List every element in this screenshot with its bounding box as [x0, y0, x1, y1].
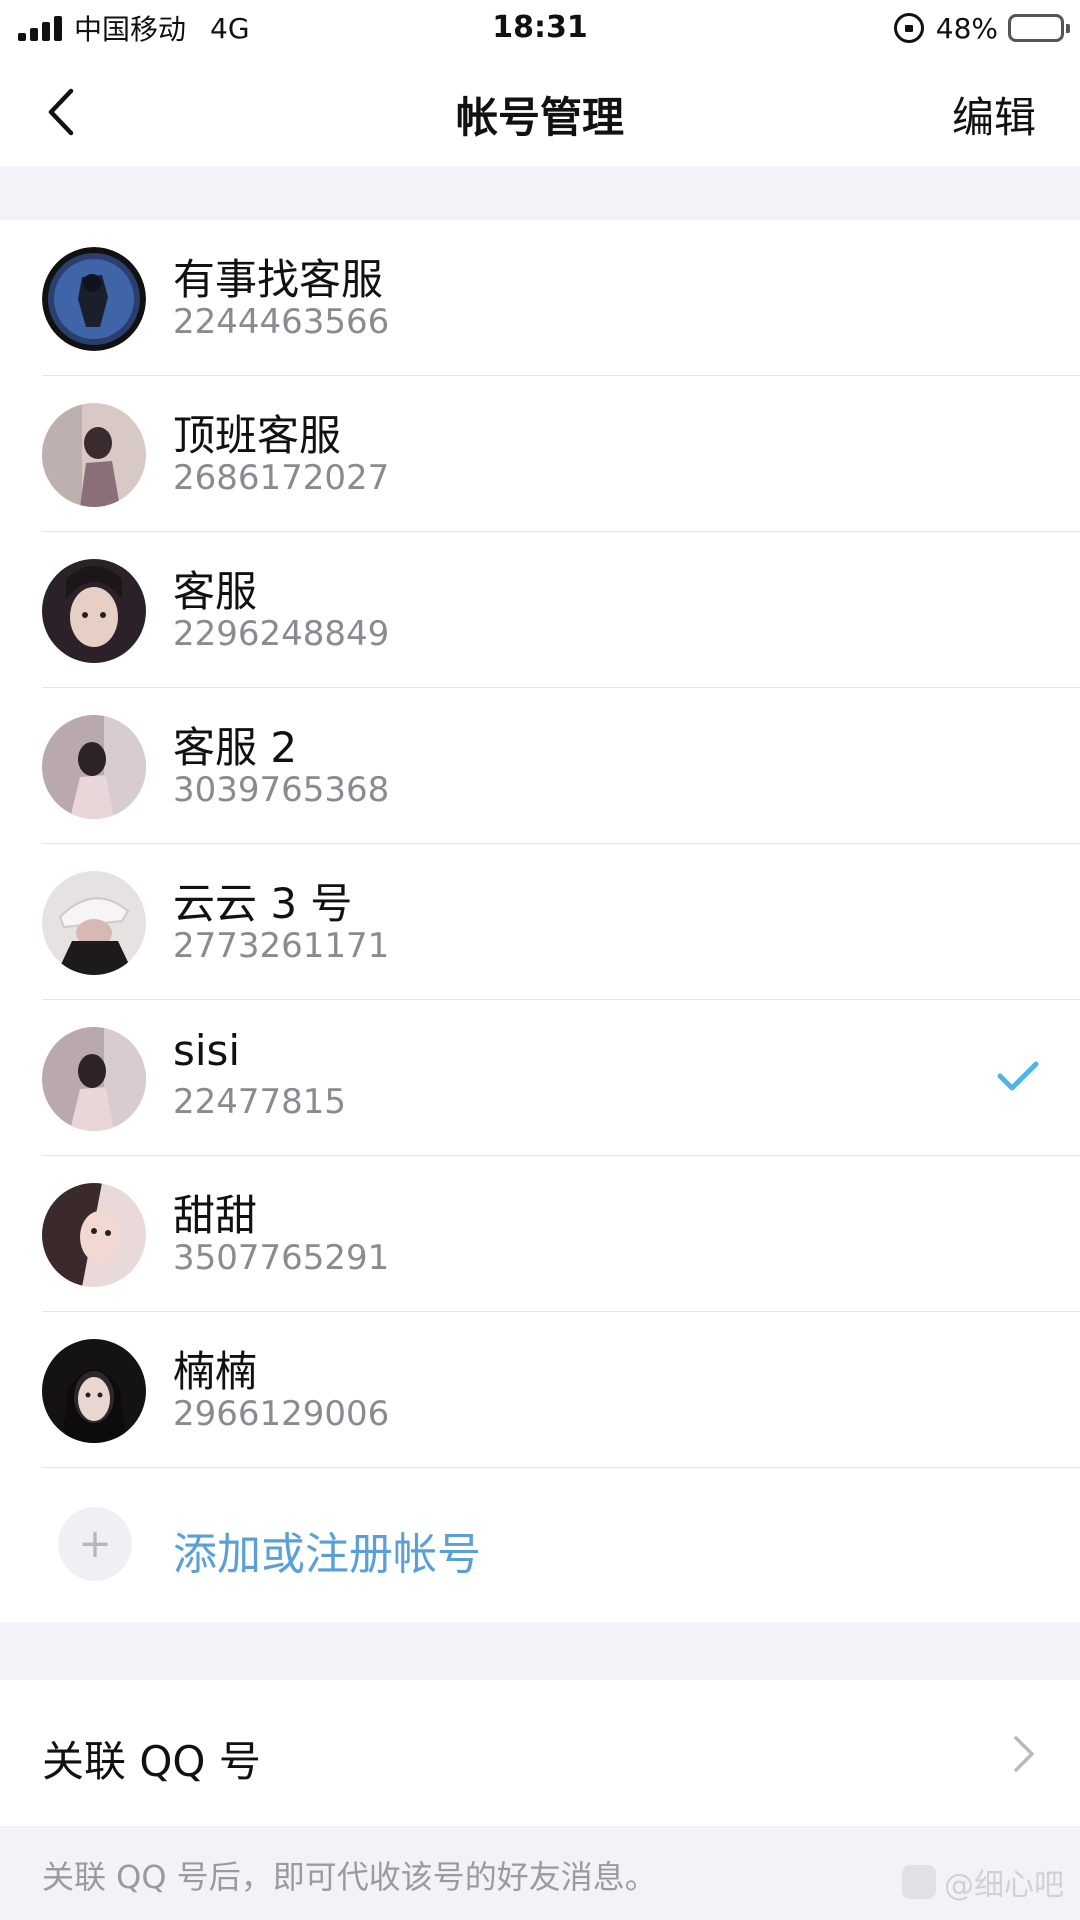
plus-icon: + — [58, 1507, 132, 1581]
account-id: 2773261171 — [173, 926, 390, 966]
avatar — [42, 715, 146, 819]
avatar — [42, 403, 146, 507]
edit-button[interactable]: 编辑 — [952, 84, 1036, 145]
avatar — [42, 1183, 146, 1287]
link-qq-label: 关联 QQ 号 — [42, 1737, 261, 1786]
account-id: 2244463566 — [173, 302, 390, 342]
avatar — [42, 871, 146, 975]
link-qq-footnote: 关联 QQ 号后，即可代收该号的好友消息。 — [42, 1858, 657, 1896]
account-name: 顶班客服 — [173, 411, 342, 460]
chevron-right-icon — [1014, 1736, 1034, 1772]
account-row[interactable]: 客服 2296248849 — [0, 532, 1080, 688]
watermark-logo-icon — [902, 1865, 936, 1899]
check-icon — [997, 1061, 1039, 1091]
battery-icon — [1008, 14, 1070, 42]
account-id: 2296248849 — [173, 614, 390, 654]
account-row[interactable]: sisi 22477815 — [0, 1000, 1080, 1156]
account-name: 客服 — [173, 567, 258, 616]
avatar — [42, 1027, 146, 1131]
account-row[interactable]: 客服 2 3039765368 — [0, 688, 1080, 844]
avatar — [42, 247, 146, 351]
account-name: 甜甜 — [173, 1191, 258, 1240]
account-id: 3039765368 — [173, 770, 390, 810]
account-name: 有事找客服 — [173, 255, 384, 304]
orientation-lock-icon — [893, 13, 924, 43]
battery-percent: 48% — [935, 11, 998, 45]
account-name: 客服 2 — [173, 723, 298, 772]
account-id: 22477815 — [173, 1082, 347, 1122]
page-title: 帐号管理 — [455, 93, 624, 142]
account-row[interactable]: 云云 3 号 2773261171 — [0, 844, 1080, 1000]
account-row[interactable]: 楠楠 2966129006 — [0, 1312, 1080, 1468]
avatar — [42, 559, 146, 663]
account-row[interactable]: 有事找客服 2244463566 — [0, 220, 1080, 376]
account-row[interactable]: 甜甜 3507765291 — [0, 1156, 1080, 1312]
watermark: @细心吧 — [902, 1860, 1064, 1904]
avatar — [42, 1339, 146, 1443]
account-id: 2966129006 — [173, 1394, 390, 1434]
account-name: 楠楠 — [173, 1347, 258, 1396]
status-right: 48% — [893, 10, 1070, 46]
add-account-button[interactable]: + 添加或注册帐号 — [0, 1468, 1080, 1622]
account-list: 有事找客服 2244463566 顶班客服 2686172027 客服 2296… — [0, 220, 1080, 1622]
account-id: 2686172027 — [173, 458, 390, 498]
account-name: 云云 3 号 — [173, 879, 353, 928]
add-account-label: 添加或注册帐号 — [173, 1529, 481, 1580]
link-qq-row[interactable]: 关联 QQ 号 — [0, 1680, 1080, 1826]
account-row[interactable]: 顶班客服 2686172027 — [0, 376, 1080, 532]
status-bar: 中国移动 4G 18:31 48% — [0, 0, 1080, 56]
account-name: sisi — [173, 1026, 241, 1075]
nav-bar: 帐号管理 编辑 — [0, 56, 1080, 166]
watermark-text: @细心吧 — [944, 1868, 1064, 1903]
account-id: 3507765291 — [173, 1238, 390, 1278]
